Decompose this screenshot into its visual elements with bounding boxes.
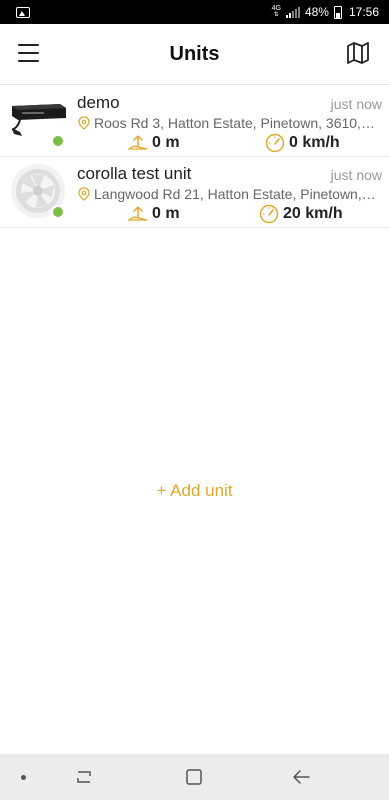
location-pin-icon [78,116,90,130]
online-status-dot [51,205,65,219]
unit-name: demo [77,93,120,112]
unit-last-update: just now [330,96,382,112]
speed-value: 0 km/h [289,134,340,151]
battery-icon [333,5,342,19]
hamburger-menu-icon[interactable] [18,44,39,62]
online-status-dot [51,134,65,148]
network-type: 4G ⇅ [271,5,281,18]
unit-row[interactable]: corolla test unit just now Langwood Rd 2… [0,157,389,228]
unit-address: Langwood Rd 21, Hatton Estate, Pinetown,… [78,185,378,203]
altitude-value: 0 m [152,205,180,222]
battery-percent: 48% [304,5,329,19]
unit-last-update: just now [330,167,382,183]
altitude-metric: 0 m [128,133,180,153]
page-title: Units [169,42,220,65]
status-bar: 4G ⇅ 48% 17:56 [0,0,389,24]
altitude-icon [128,135,148,150]
altitude-metric: 0 m [128,204,180,224]
gallery-icon [16,6,30,18]
speed-value: 20 km/h [283,205,343,222]
system-navigation-bar [0,754,389,800]
unit-address: Roos Rd 3, Hatton Estate, Pinetown, 3610… [78,114,378,132]
app-screen: 4G ⇅ 48% 17:56 Units demo just now Roos … [0,0,389,800]
clock: 17:56 [348,5,379,19]
app-bar: Units [0,24,389,85]
speedometer-icon [265,133,285,153]
unit-address-text: Roos Rd 3, Hatton Estate, Pinetown, 3610… [94,115,376,131]
unit-name: corolla test unit [77,164,192,183]
altitude-icon [128,206,148,221]
location-pin-icon [78,187,90,201]
add-unit-button[interactable]: + Add unit [0,481,389,501]
altitude-value: 0 m [152,134,180,151]
home-icon[interactable] [183,767,205,787]
map-icon[interactable] [346,41,370,65]
speedometer-icon [259,204,279,224]
speed-metric: 20 km/h [259,204,343,224]
unit-address-text: Langwood Rd 21, Hatton Estate, Pinetown,… [94,186,376,202]
signal-icon [285,6,300,18]
speed-metric: 0 km/h [265,133,340,153]
dot-icon[interactable] [21,775,26,780]
units-list: demo just now Roos Rd 3, Hatton Estate, … [0,86,389,228]
recent-apps-icon[interactable] [73,767,95,787]
unit-row[interactable]: demo just now Roos Rd 3, Hatton Estate, … [0,86,389,157]
back-icon[interactable] [291,767,313,787]
